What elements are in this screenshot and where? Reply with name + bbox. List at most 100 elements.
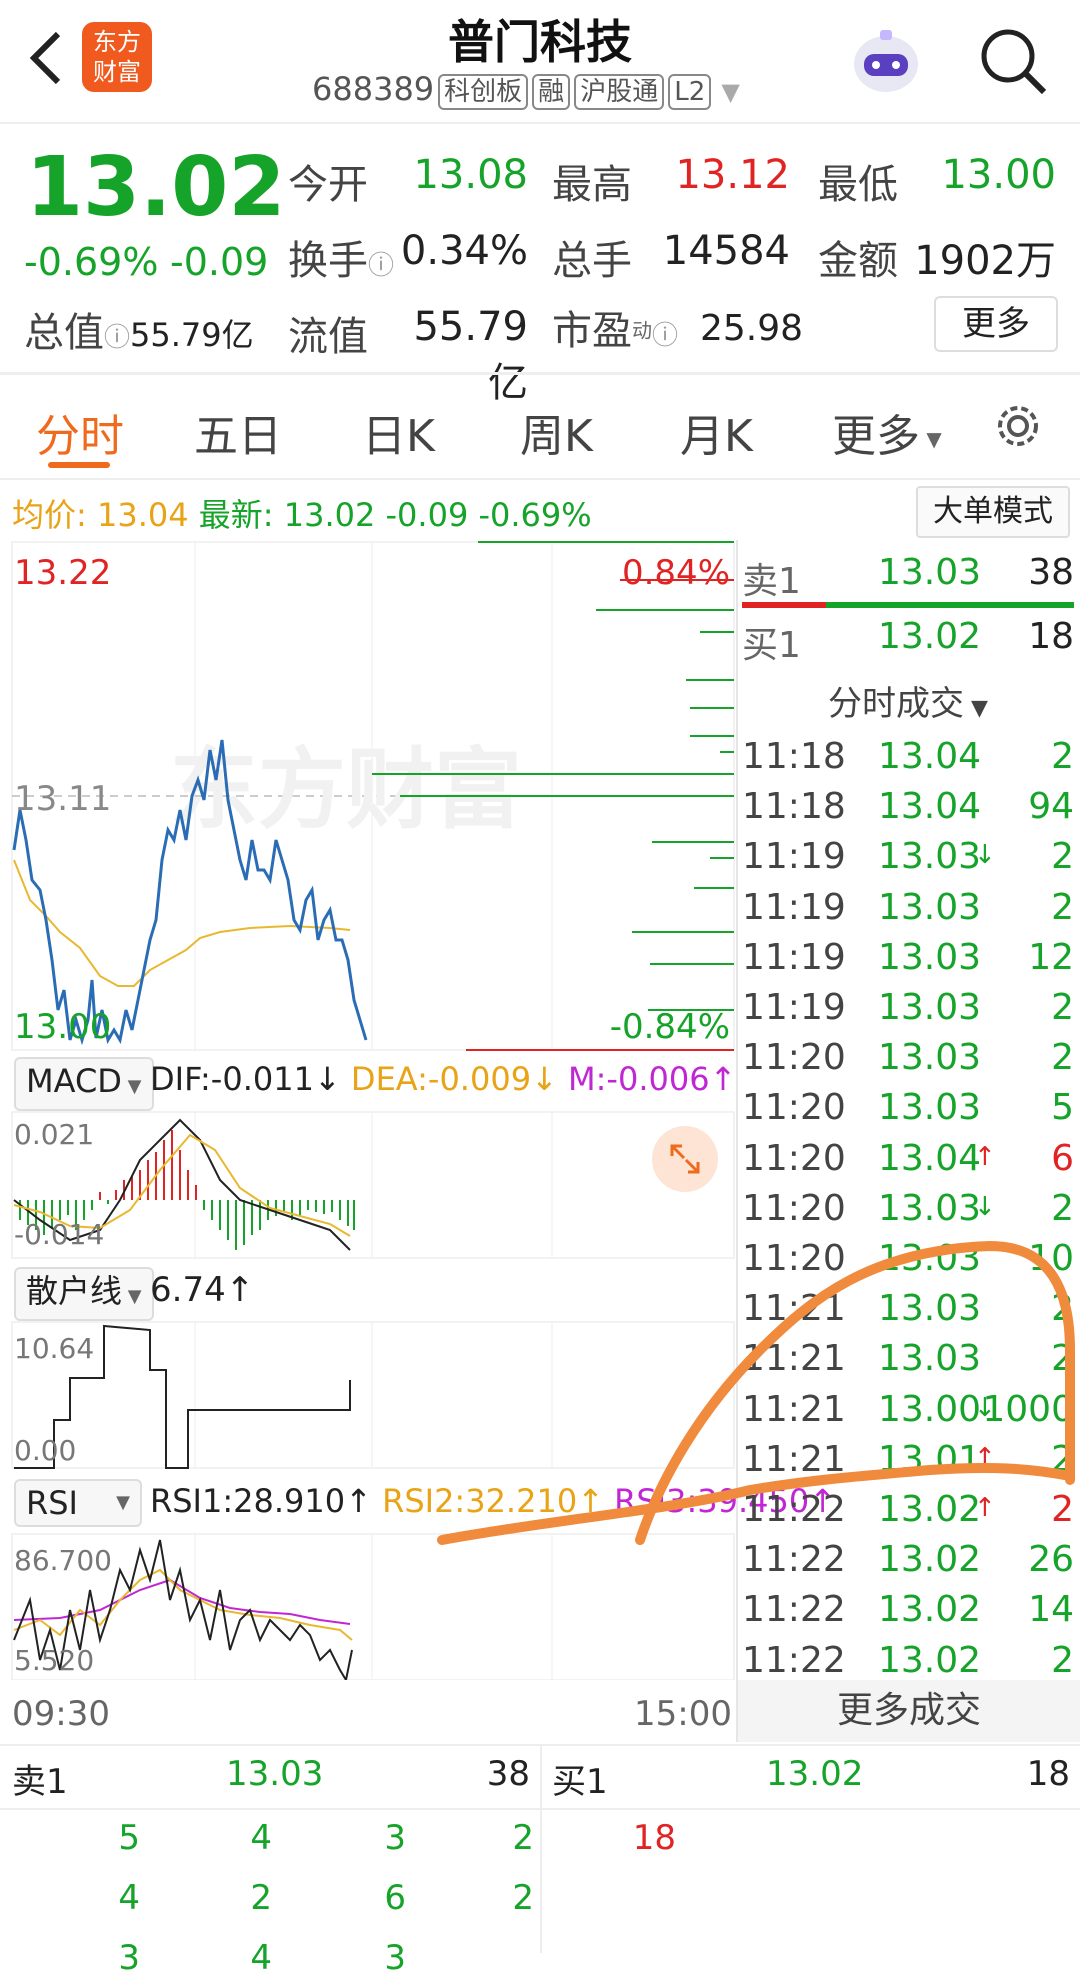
float-label: 流值 [288,314,368,360]
queue-sell-order: 4 [118,1878,140,1918]
market-cap[interactable]: 总值ⓘ55.79亿 [24,300,254,358]
rsi-selector-label: RSI [26,1484,78,1522]
macd-dif: DIF:-0.011↓ [150,1060,341,1098]
change-pct: -0.69% [24,240,159,284]
low-label: 最低 [818,162,898,208]
retail-bottom-label: 0.00 [14,1434,76,1467]
avg-value: 13.04 [96,496,189,534]
dropdown-icon[interactable]: ▼ [721,78,739,106]
trade-volume: 2 [1051,1187,1074,1229]
queue-buy-label: 买1 [552,1762,608,1802]
latest-change-pct: -0.69% [478,496,592,534]
current-price: 13.02 [26,140,286,235]
turnover-value: 0.34% [400,228,528,274]
queue-sell-order: 2 [250,1878,272,1918]
trade-price: 13.03 [878,987,982,1028]
macd-selector[interactable]: MACD ▼ [14,1057,154,1111]
buy1-row: 买1 13.02 18 [742,616,1074,666]
trade-row: 11:19 13.03 2 [742,887,1074,937]
rsi-selector[interactable]: RSI ▼ [14,1479,142,1527]
trade-price: 13.03 [878,1187,982,1229]
more-trades-label: 更多成交 [836,1690,981,1731]
trade-price: 13.03 [878,936,982,978]
trade-time: 11:20 [742,1137,846,1179]
tag-l2: L2 [668,74,712,110]
open-value: 13.08 [413,152,528,198]
retail-selector[interactable]: 散户线 ▼ [14,1267,154,1321]
chevron-down-icon: ▼ [122,1286,142,1307]
open-label: 今开 [288,162,368,208]
tab-weekly-k[interactable]: 周K [520,400,593,464]
volume-profile [372,541,734,1051]
tab-five-day[interactable]: 五日 [194,400,282,464]
trade-volume: 2 [1051,836,1074,878]
sell1-price: 13.03 [878,552,982,593]
more-trades-button[interactable]: 更多成交 [738,1680,1080,1742]
trade-price: 13.04 [878,736,982,777]
latest-change: -0.09 [385,496,469,534]
tab-monthly-k[interactable]: 月K [680,400,753,464]
queue-divider [540,1744,542,1953]
stock-code: 688389 [312,70,435,108]
trade-volume: 12 [1028,936,1074,978]
trade-time: 11:22 [742,1589,846,1631]
trade-volume: 2 [1051,987,1074,1028]
amount-value: 1902万 [914,238,1056,284]
arrow-up-icon: ↑ [974,1141,996,1172]
sell1-row: 卖1 13.03 38 [742,552,1074,602]
trade-price: 13.03 [878,836,982,878]
trade-price: 13.02 [878,1639,982,1681]
retail-value: 6.74↑ [150,1270,255,1310]
expand-button[interactable] [652,1126,718,1192]
stock-name: 普门科技 [448,15,632,69]
retail-selector-label: 散户线 [26,1272,123,1310]
tab-daily-k[interactable]: 日K [362,400,435,464]
trade-volume: 2 [1051,1037,1074,1079]
trade-volume: 2 [1051,736,1074,777]
settings-button[interactable] [990,398,1046,454]
avg-price-line [13,859,351,987]
queue-sell-order: 2 [512,1878,534,1918]
search-button[interactable] [974,22,1052,100]
rsi1-value: RSI1:28.910↑ [150,1482,372,1520]
chevron-down-icon: ▼ [121,1076,142,1097]
pe[interactable]: 市盈动ⓘ [552,298,678,356]
tab-intraday[interactable]: 分时 [36,400,124,464]
rsi-top-label: 86.700 [14,1544,112,1577]
back-button[interactable] [22,28,72,88]
order-ratio-bar [742,602,1074,608]
pe-superscript: 动 [632,318,652,343]
low-value: 13.00 [941,152,1056,198]
trade-volume: 14 [1028,1589,1074,1631]
price-mid-label: 13.11 [14,779,111,819]
pct-bottom-label: -0.84% [610,1007,730,1047]
volume-value: 14584 [662,228,790,274]
queue-buy-vol: 18 [1026,1754,1070,1794]
logo-text-2: 财富 [93,58,141,86]
trade-time: 11:20 [742,1187,846,1229]
trade-row: 11:18 13.04 2 [742,736,1074,786]
float-value: 55.79亿 [413,304,528,406]
robot-assistant-icon[interactable] [846,22,926,98]
more-button[interactable]: 更多 [934,296,1058,352]
queue-buy-price: 13.02 [766,1754,864,1794]
mcap-value: 55.79亿 [130,316,254,354]
turnover[interactable]: 换手ⓘ [288,228,394,286]
trade-volume: 94 [1028,786,1074,828]
tab-more[interactable]: 更多 ▼ [832,400,942,464]
trade-volume: 2 [1051,1639,1074,1681]
large-order-mode-button[interactable]: 大单模式 [916,486,1070,538]
trades-header[interactable]: 分时成交 ▼ [742,676,1074,725]
queue-sell-order: 2 [512,1818,534,1858]
price-bottom-label: 13.00 [14,1007,111,1047]
macd-dea: DEA:-0.009↓ [350,1060,558,1098]
queue-sell-order: 3 [384,1818,406,1858]
pe-label: 市盈 [552,308,632,354]
tag-margin: 融 [532,74,571,110]
trade-time: 11:22 [742,1639,846,1681]
trade-row: 11:18 13.04 94 [742,786,1074,836]
pct-top-label: 0.84% [622,553,730,593]
buy1-vol: 18 [1028,616,1074,657]
trade-price: 13.03 [878,1087,982,1129]
expand-icon [670,1144,700,1174]
